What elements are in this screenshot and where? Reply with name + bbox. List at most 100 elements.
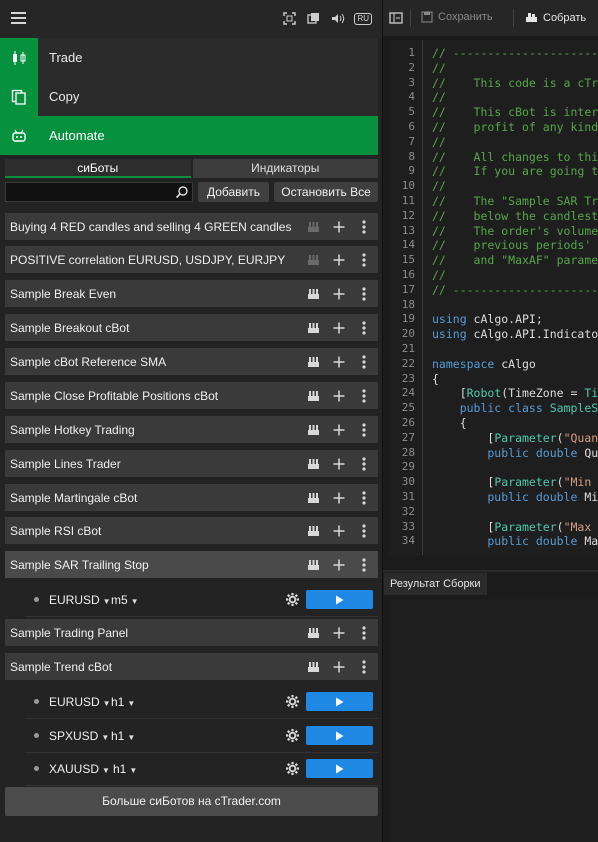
build-icon[interactable] xyxy=(307,389,320,402)
build-icon[interactable] xyxy=(307,355,320,368)
search-icon[interactable] xyxy=(175,185,189,199)
add-instance-icon[interactable] xyxy=(332,253,345,266)
cbot-row[interactable]: Sample Hotkey Trading xyxy=(5,416,378,443)
add-instance-icon[interactable] xyxy=(332,660,345,673)
cbot-name: Sample Break Even xyxy=(10,286,117,301)
instance-symbol-select[interactable]: XAUUSD ▼ xyxy=(49,762,110,776)
cbot-row[interactable]: Sample cBot Reference SMA xyxy=(5,348,378,375)
language-badge[interactable]: RU xyxy=(354,12,372,25)
more-options-icon[interactable] xyxy=(357,490,370,505)
line-number: 17 xyxy=(401,282,415,296)
add-instance-icon[interactable] xyxy=(332,558,345,571)
add-button[interactable]: Добавить xyxy=(198,182,269,202)
cbot-row[interactable]: Sample Breakout cBot xyxy=(5,314,378,341)
start-instance-button[interactable] xyxy=(306,726,373,745)
more-options-icon[interactable] xyxy=(357,659,370,674)
instance-symbol-select[interactable]: SPXUSD ▼ xyxy=(49,729,109,743)
detach-window-icon[interactable] xyxy=(306,11,321,26)
instance-timeframe-select[interactable]: h1 ▼ xyxy=(113,762,137,776)
gear-icon[interactable] xyxy=(285,592,300,607)
add-instance-icon[interactable] xyxy=(332,457,345,470)
build-icon[interactable] xyxy=(307,457,320,470)
nav-automate[interactable]: Automate xyxy=(0,116,378,155)
build-icon[interactable] xyxy=(307,321,320,334)
add-instance-icon[interactable] xyxy=(332,321,345,334)
add-instance-icon[interactable] xyxy=(332,524,345,537)
more-options-icon[interactable] xyxy=(357,320,370,335)
tab-cbots[interactable]: сиБоты xyxy=(5,159,191,178)
cbot-row[interactable]: Sample Lines Trader xyxy=(5,450,378,477)
cbot-row[interactable]: Sample RSI cBot xyxy=(5,517,378,544)
save-button[interactable]: Сохранить xyxy=(421,11,493,23)
add-instance-icon[interactable] xyxy=(332,423,345,436)
more-options-icon[interactable] xyxy=(357,354,370,369)
instance-row[interactable]: SPXUSD ▼ h1 ▼ xyxy=(25,719,378,753)
more-options-icon[interactable] xyxy=(357,219,370,234)
build-icon[interactable] xyxy=(307,423,320,436)
stop-all-button[interactable]: Остановить Все xyxy=(274,182,378,202)
instance-timeframe-select[interactable]: h1 ▼ xyxy=(111,695,135,709)
search-input[interactable] xyxy=(6,183,166,201)
add-instance-icon[interactable] xyxy=(332,491,345,504)
instance-row[interactable]: EURUSD ▼ h1 ▼ xyxy=(25,685,378,719)
instance-symbol-select[interactable]: EURUSD ▼ xyxy=(49,593,111,607)
cbot-row[interactable]: Sample Trading Panel xyxy=(5,619,378,646)
code-line: [Parameter("Max xyxy=(432,520,591,535)
instance-timeframe-select[interactable]: m5 ▼ xyxy=(111,593,139,607)
nav-copy[interactable]: Copy xyxy=(0,77,378,116)
line-number: 29 xyxy=(401,460,415,474)
cbot-row[interactable]: POSITIVE correlation EURUSD, USDJPY, EUR… xyxy=(5,246,378,273)
cbot-row[interactable]: Sample Martingale cBot xyxy=(5,484,378,511)
more-cbots-button[interactable]: Больше сиБотов на cTrader.com xyxy=(5,787,378,816)
build-icon[interactable] xyxy=(307,660,320,673)
nav-trade[interactable]: Trade xyxy=(0,38,378,77)
gear-icon[interactable] xyxy=(285,728,300,743)
add-instance-icon[interactable] xyxy=(332,220,345,233)
layout-icon[interactable] xyxy=(389,11,403,25)
cbot-row[interactable]: Sample Close Profitable Positions cBot xyxy=(5,382,378,409)
instance-row[interactable]: EURUSD ▼ m5 ▼ xyxy=(25,583,378,617)
start-instance-button[interactable] xyxy=(306,692,373,711)
hamburger-menu-icon[interactable] xyxy=(11,12,26,25)
build-icon[interactable] xyxy=(307,220,320,233)
build-icon[interactable] xyxy=(307,253,320,266)
more-options-icon[interactable] xyxy=(357,625,370,640)
line-number: 15 xyxy=(401,253,415,267)
build-icon[interactable] xyxy=(307,626,320,639)
instance-symbol-select[interactable]: EURUSD ▼ xyxy=(49,695,111,709)
more-options-icon[interactable] xyxy=(357,523,370,538)
more-options-icon[interactable] xyxy=(357,286,370,301)
build-icon[interactable] xyxy=(307,558,320,571)
more-options-icon[interactable] xyxy=(357,422,370,437)
instance-timeframe-select[interactable]: h1 ▼ xyxy=(111,729,135,743)
more-options-icon[interactable] xyxy=(357,557,370,572)
build-icon[interactable] xyxy=(307,287,320,300)
instance-row[interactable]: XAUUSD ▼ h1 ▼ xyxy=(25,752,378,786)
fullscreen-icon[interactable] xyxy=(282,11,297,26)
cbot-row[interactable]: Sample SAR Trailing Stop xyxy=(5,551,378,578)
add-instance-icon[interactable] xyxy=(332,626,345,639)
more-options-icon[interactable] xyxy=(357,456,370,471)
tab-indicators[interactable]: Индикаторы xyxy=(192,159,378,178)
cbot-row[interactable]: Buying 4 RED candles and selling 4 GREEN… xyxy=(5,213,378,240)
build-icon[interactable] xyxy=(307,491,320,504)
build-icon[interactable] xyxy=(307,524,320,537)
more-options-icon[interactable] xyxy=(357,388,370,403)
start-instance-button[interactable] xyxy=(306,590,373,609)
editor-horizontal-scrollbar[interactable] xyxy=(383,570,598,572)
start-instance-button[interactable] xyxy=(306,759,373,778)
code-line: // profit of any kind xyxy=(432,120,598,134)
add-instance-icon[interactable] xyxy=(332,287,345,300)
build-button[interactable]: Собрать xyxy=(525,11,586,24)
cbot-row[interactable]: Sample Trend cBot xyxy=(5,653,378,680)
cbot-row[interactable]: Sample Break Even xyxy=(5,280,378,307)
gear-icon[interactable] xyxy=(285,694,300,709)
add-instance-icon[interactable] xyxy=(332,389,345,402)
add-instance-icon[interactable] xyxy=(332,355,345,368)
code-line: // --------------------------------- xyxy=(432,282,598,297)
gear-icon[interactable] xyxy=(285,761,300,776)
tab-build-result[interactable]: Результат Сборки xyxy=(384,573,487,595)
code-editor[interactable]: 1 // --------------------------------- 2 //… xyxy=(389,40,598,555)
more-options-icon[interactable] xyxy=(357,252,370,267)
sound-icon[interactable] xyxy=(330,11,345,26)
